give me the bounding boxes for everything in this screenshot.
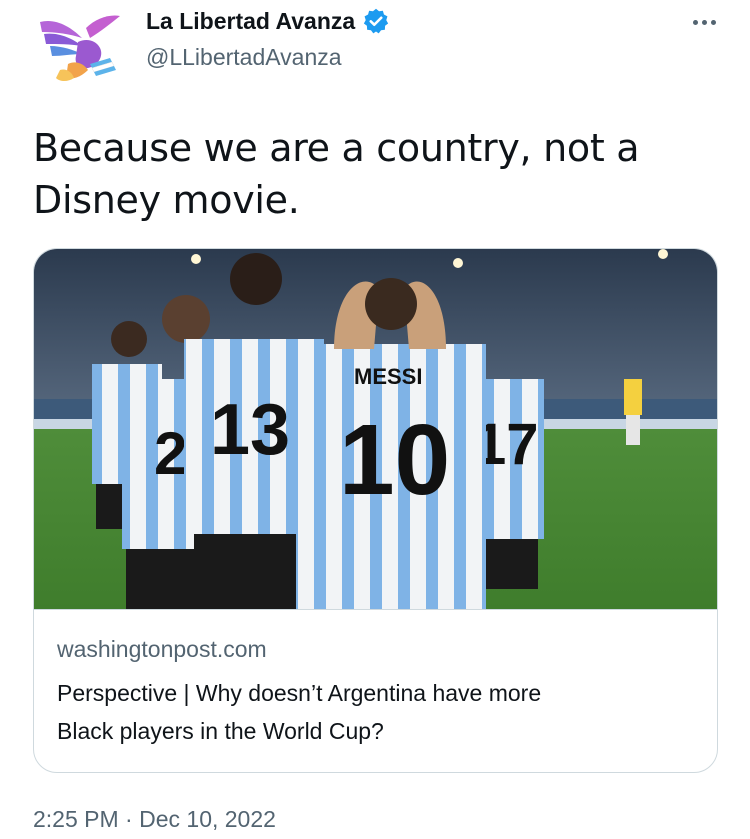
card-title-line: Perspective | Why doesn’t Argentina have… [57,680,542,706]
tweet-text-line: Because we are a country, not a [33,126,640,170]
card-title-line: Black players in the World Cup? [57,718,384,744]
timestamp-date: Dec 10, 2022 [139,806,276,832]
timestamp-time: 2:25 PM [33,806,119,832]
tweet-text: Because we are a country, not a Disney m… [33,122,713,226]
link-preview-card[interactable]: 20 13 17 MESSI 10 washingtonpost.com Per… [33,248,718,773]
svg-text:13: 13 [210,390,290,470]
jersey-name: MESSI [354,364,422,389]
verified-badge-icon[interactable] [362,7,390,35]
author-name[interactable]: La Libertad Avanza [146,8,355,35]
more-options-button[interactable] [686,10,722,34]
card-divider [34,609,717,610]
card-domain: washingtonpost.com [57,636,267,662]
tweet-text-line: Disney movie. [33,178,300,222]
timestamp-separator: · [125,806,133,832]
winged-lion-logo-icon [40,15,120,81]
ellipsis-icon-dot [710,19,716,25]
ellipsis-icon [692,19,698,25]
tweet-timestamp[interactable]: 2:25 PM · Dec 10, 2022 [33,806,276,833]
card-image[interactable]: 20 13 17 MESSI 10 [34,249,718,609]
author-handle[interactable]: @LLibertadAvanza [146,44,390,71]
jersey-number: 10 [339,404,450,516]
avatar[interactable] [30,8,126,88]
tweet-author: La Libertad Avanza @LLibertadAvanza [146,4,390,71]
ellipsis-icon-dot [701,19,707,25]
author-name-row: La Libertad Avanza [146,4,390,38]
card-title: Perspective | Why doesn’t Argentina have… [57,674,697,750]
